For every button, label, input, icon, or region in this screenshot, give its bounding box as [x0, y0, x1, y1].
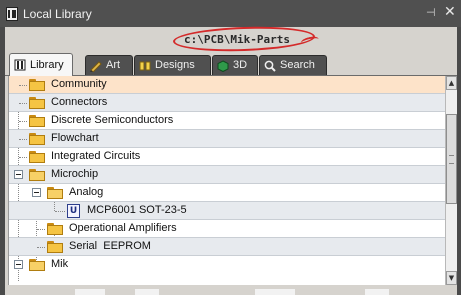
- tab-3d-label: 3D: [233, 59, 248, 71]
- scroll-thumb[interactable]: [446, 114, 457, 204]
- tree-guide: [37, 247, 45, 248]
- tab-strip: Library Art Designs 3D Search: [5, 53, 457, 76]
- collapse-icon[interactable]: [32, 188, 41, 197]
- folder-icon: [47, 223, 63, 235]
- library-panel-icon: [6, 7, 18, 21]
- tree-item-label: Discrete Semiconductors: [51, 114, 174, 126]
- tree-guide: [19, 157, 27, 158]
- folder-icon: [47, 241, 63, 253]
- tab-search-label: Search: [280, 59, 315, 71]
- tree-item-integrated-circuits[interactable]: Integrated Circuits: [9, 148, 446, 166]
- tab-library-label: Library: [30, 59, 64, 71]
- tree-guide: [19, 103, 27, 104]
- designs-icon: [139, 61, 151, 71]
- strip-segment: [135, 289, 159, 295]
- strip-segment: [255, 289, 295, 295]
- close-icon[interactable]: ✕: [444, 4, 456, 20]
- folder-icon: [29, 151, 45, 163]
- tree-item-connectors[interactable]: Connectors: [9, 94, 446, 112]
- title-bar: Local Library ⊣ ✕: [0, 0, 461, 27]
- tree-item-label: Microchip: [51, 168, 99, 180]
- folder-open-icon: [29, 169, 45, 181]
- tree-item-discrete-semiconductors[interactable]: Discrete Semiconductors: [9, 112, 446, 130]
- collapse-icon[interactable]: [14, 170, 23, 179]
- art-icon: [90, 61, 102, 72]
- strip-segment: [75, 289, 105, 295]
- tree-item-label: Analog: [69, 186, 104, 198]
- tree-guide: [19, 121, 27, 122]
- tree-item-mik[interactable]: Mik: [9, 256, 446, 274]
- tree-item-label: Mik: [51, 258, 69, 270]
- tab-designs-label: Designs: [155, 59, 195, 71]
- folder-open-icon: [29, 259, 45, 271]
- scroll-down-icon[interactable]: ▼: [446, 271, 457, 285]
- library-panel: c:\PCB\Mik-Parts Library Art Designs 3D …: [5, 24, 457, 295]
- tree-item-flowchart[interactable]: Flowchart: [9, 130, 446, 148]
- tree-item-label: MCP6001 SOT-23-5: [87, 204, 187, 216]
- folder-icon: [29, 133, 45, 145]
- folder-icon: [29, 97, 45, 109]
- pin-icon[interactable]: ⊣: [426, 6, 436, 19]
- tree-item-community[interactable]: Community: [9, 76, 446, 94]
- tree-item-label: Community: [51, 78, 107, 90]
- 3d-icon: [217, 60, 229, 72]
- tree-item-analog[interactable]: Analog: [9, 184, 446, 202]
- vertical-scrollbar[interactable]: ▲ ▼: [445, 76, 457, 285]
- path-bar: c:\PCB\Mik-Parts: [5, 24, 457, 54]
- collapse-icon[interactable]: [14, 260, 23, 269]
- tree-item-label: Connectors: [51, 96, 108, 108]
- annotation-circle: [172, 24, 316, 54]
- tree-item-label: Integrated Circuits: [51, 150, 141, 162]
- tab-3d[interactable]: 3D: [212, 55, 258, 75]
- tree-item-label: Flowchart: [51, 132, 99, 144]
- search-icon: [264, 60, 276, 72]
- folder-open-icon: [47, 187, 63, 199]
- tree-guide: [19, 139, 27, 140]
- folder-icon: [29, 115, 45, 127]
- tree-item-label: Operational Amplifiers: [69, 222, 177, 234]
- library-icon: [14, 59, 26, 71]
- bottom-strip: [5, 285, 457, 295]
- tree-item-label: Serial EEPROM: [69, 240, 151, 252]
- library-tree[interactable]: Community Connectors Discrete Semiconduc…: [8, 76, 446, 285]
- window-title: Local Library: [23, 7, 92, 21]
- tree-item-serial-eeprom[interactable]: Serial EEPROM: [9, 238, 446, 256]
- tab-designs[interactable]: Designs: [134, 55, 211, 75]
- tab-library[interactable]: Library: [9, 53, 73, 76]
- tree-item-microchip[interactable]: Microchip: [9, 166, 446, 184]
- strip-segment: [365, 289, 389, 295]
- tree-guide: [54, 202, 55, 211]
- tab-art-label: Art: [106, 59, 121, 71]
- tree-item-operational-amplifiers[interactable]: Operational Amplifiers: [9, 220, 446, 238]
- component-icon: U: [67, 204, 80, 218]
- tab-art[interactable]: Art: [85, 55, 133, 75]
- tree-guide: [55, 211, 65, 212]
- tree-guide: [37, 229, 45, 230]
- tree-item-mcp6001[interactable]: U MCP6001 SOT-23-5: [9, 202, 446, 220]
- scroll-up-icon[interactable]: ▲: [446, 76, 457, 90]
- tree-guide: [19, 85, 27, 86]
- tab-search[interactable]: Search: [259, 55, 327, 75]
- folder-icon: [29, 79, 45, 91]
